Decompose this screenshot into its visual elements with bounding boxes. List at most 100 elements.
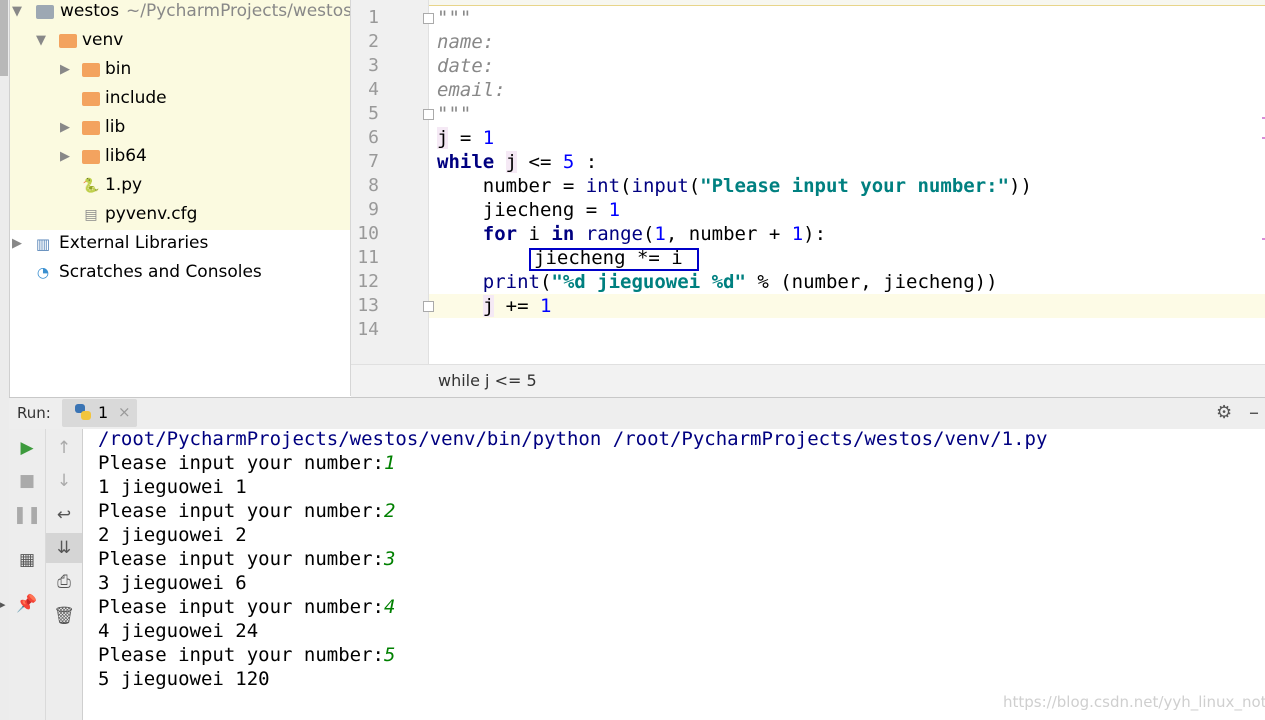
tree-item-include[interactable]: include: [10, 85, 350, 114]
python-file-icon: 🐍: [82, 178, 100, 194]
project-tool-window-marker[interactable]: [0, 0, 8, 76]
tree-item-label: External Libraries: [59, 233, 209, 253]
arrow-up-icon[interactable]: ↑: [46, 433, 82, 463]
scratches-icon: ◔: [36, 265, 50, 281]
tree-item-label: pyvenv.cfg: [105, 204, 198, 224]
folder-icon: [82, 63, 100, 77]
line-number: 11: [357, 247, 379, 268]
code-line-6: j = 1: [437, 127, 495, 149]
fold-marker[interactable]: [423, 109, 434, 120]
tree-item-1py[interactable]: 🐍 1.py: [10, 172, 350, 201]
folder-icon: [82, 121, 100, 135]
folder-icon: [59, 34, 77, 48]
console-prompt-line: Please input your number:3: [98, 548, 396, 570]
fold-marker[interactable]: [423, 13, 434, 24]
tree-item-label: include: [105, 88, 167, 108]
run-label: Run:: [17, 404, 51, 422]
line-number: 3: [368, 55, 379, 76]
console-command: /root/PycharmProjects/westos/venv/bin/py…: [98, 428, 1048, 450]
soft-wrap-icon[interactable]: ↩: [46, 500, 82, 530]
line-number: 10: [357, 223, 379, 244]
editor-gutter: 1 2 3 4 5 6 7 8 9 10 11 12 13 14: [351, 0, 434, 364]
chevron-down-icon[interactable]: ▼: [36, 27, 50, 54]
folder-link-icon: [82, 150, 100, 164]
line-number: 6: [368, 127, 379, 148]
code-line-4: email:: [437, 79, 506, 101]
breadcrumb-item[interactable]: while j <= 5: [438, 371, 537, 390]
console-output-line: 2 jieguowei 2: [98, 524, 247, 546]
breadcrumb[interactable]: while j <= 5: [351, 364, 1265, 397]
pin-icon[interactable]: 📌: [9, 589, 45, 619]
tree-item-westos[interactable]: ▼ westos ~/PycharmProjects/westos: [10, 0, 350, 27]
print-icon[interactable]: ⎙: [46, 567, 82, 597]
tree-item-label: 1.py: [105, 175, 143, 195]
console-prompt-line: Please input your number:2: [98, 500, 396, 522]
fold-marker[interactable]: [423, 301, 434, 312]
code-line-10: for i in range(1, number + 1):: [482, 223, 827, 245]
tree-item-venv[interactable]: ▼ venv: [10, 27, 350, 56]
run-console[interactable]: /root/PycharmProjects/westos/venv/bin/py…: [83, 428, 1265, 720]
run-tab[interactable]: 1 ×: [62, 399, 137, 427]
chevron-right-icon[interactable]: ▶: [60, 114, 74, 141]
pin-icon: ▸: [0, 598, 6, 611]
line-number: 7: [368, 151, 379, 172]
tree-item-external-libraries[interactable]: ▶ ▥ External Libraries: [10, 230, 350, 259]
chevron-right-icon[interactable]: ▶: [60, 143, 74, 170]
pause-icon[interactable]: ❚❚: [9, 500, 45, 530]
project-path: ~/PycharmProjects/westos: [126, 1, 351, 21]
folder-icon: [82, 92, 100, 106]
minimize-icon[interactable]: –: [1249, 400, 1259, 424]
line-number: 4: [368, 79, 379, 100]
stop-icon[interactable]: ■: [9, 466, 45, 496]
layout-icon[interactable]: ▦: [9, 545, 45, 575]
code-line-13: j += 1: [482, 295, 552, 317]
line-number: 8: [368, 175, 379, 196]
code-line-8: number = int(input("Please input your nu…: [437, 175, 1032, 197]
code-editor[interactable]: 1 2 3 4 5 6 7 8 9 10 11 12 13 14 """ nam…: [351, 0, 1265, 397]
close-icon[interactable]: ×: [118, 403, 131, 421]
console-prompt-line: Please input your number:5: [98, 644, 396, 666]
run-toolbar-secondary: ↑ ↓ ↩ ⇊ ⎙ 🗑: [46, 429, 83, 720]
tree-item-scratches[interactable]: ◔ Scratches and Consoles: [10, 259, 350, 288]
console-prompt-line: Please input your number:1: [98, 452, 396, 474]
editor-top-edge: [351, 0, 1265, 6]
tree-item-lib64[interactable]: ▶ lib64: [10, 143, 350, 172]
tree-item-pyvenv[interactable]: ▤ pyvenv.cfg: [10, 201, 350, 230]
tree-item-label: westos: [60, 1, 120, 21]
code-line-1: """: [437, 7, 472, 29]
console-prompt-line: Please input your number:4: [98, 596, 396, 618]
tree-item-bin[interactable]: ▶ bin: [10, 56, 350, 85]
tree-item-lib[interactable]: ▶ lib: [10, 114, 350, 143]
scroll-to-end-icon[interactable]: ⇊: [46, 533, 82, 563]
line-number: 14: [357, 319, 379, 340]
chevron-right-icon[interactable]: ▶: [12, 230, 26, 257]
code-line-2: name:: [437, 31, 495, 53]
gear-icon[interactable]: ⚙: [1216, 402, 1232, 423]
console-output-line: 5 jieguowei 120: [98, 668, 270, 690]
arrow-down-icon[interactable]: ↓: [46, 466, 82, 496]
code-line-9: jiecheng = 1: [437, 199, 621, 221]
line-number: 9: [368, 199, 379, 220]
code-line-5: """: [437, 103, 472, 125]
tree-item-label: lib: [105, 117, 126, 137]
trash-icon[interactable]: 🗑: [46, 601, 82, 631]
config-file-icon: ▤: [84, 207, 98, 223]
console-output-line: 4 jieguowei 24: [98, 620, 259, 642]
chevron-down-icon[interactable]: ▼: [12, 0, 26, 25]
run-toolbar-primary: ▶ ■ ❚❚ ▦ 📌: [9, 429, 46, 720]
run-tab-name: 1: [98, 403, 109, 422]
console-output-line: 1 jieguowei 1: [98, 476, 247, 498]
code-line-7: while j <= 5 :: [437, 151, 598, 173]
code-line-3: date:: [437, 55, 495, 77]
folder-icon: [36, 5, 54, 19]
tree-item-label: bin: [105, 59, 132, 79]
line-number: 2: [368, 31, 379, 52]
line-number: 12: [357, 271, 379, 292]
library-icon: ▥: [35, 235, 51, 253]
python-icon: [75, 404, 91, 420]
line-number: 5: [368, 103, 379, 124]
console-output-line: 3 jieguowei 6: [98, 572, 247, 594]
rerun-icon[interactable]: ▶: [9, 433, 45, 463]
tree-item-label: Scratches and Consoles: [59, 262, 262, 282]
chevron-right-icon[interactable]: ▶: [60, 56, 74, 83]
